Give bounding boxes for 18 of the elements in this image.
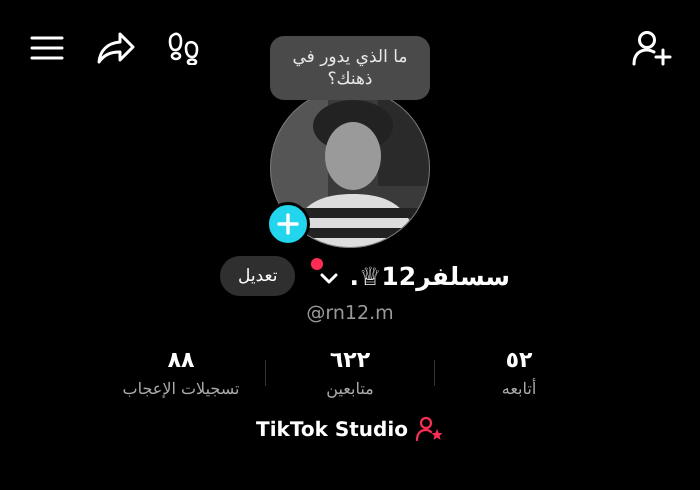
stat-count: ٥٢ xyxy=(506,348,532,373)
footprints-icon[interactable] xyxy=(168,31,200,65)
share-arrow-icon[interactable] xyxy=(96,31,136,65)
username: @rn12.m xyxy=(305,302,395,324)
stat-count: ٨٨ xyxy=(168,348,194,373)
studio-link[interactable]: TikTok Studio xyxy=(256,416,444,442)
profile-name: سسلفر12♕. xyxy=(349,262,510,290)
plus-icon xyxy=(277,213,299,235)
stat-count: ٦٢٢ xyxy=(330,348,370,373)
stat-label: متابعين xyxy=(326,379,374,398)
menu-icon[interactable] xyxy=(30,35,64,61)
note-bubble[interactable]: ما الذي يدور في ذهنك؟ xyxy=(270,36,430,100)
edit-button[interactable]: تعديل xyxy=(220,256,296,296)
stat-label: تسجيلات الإعجاب xyxy=(122,379,240,398)
user-star-icon xyxy=(416,416,444,442)
chevron-down-icon[interactable] xyxy=(319,272,340,286)
stat-label: أتابعه xyxy=(502,379,536,398)
add-user-icon[interactable] xyxy=(632,30,672,66)
